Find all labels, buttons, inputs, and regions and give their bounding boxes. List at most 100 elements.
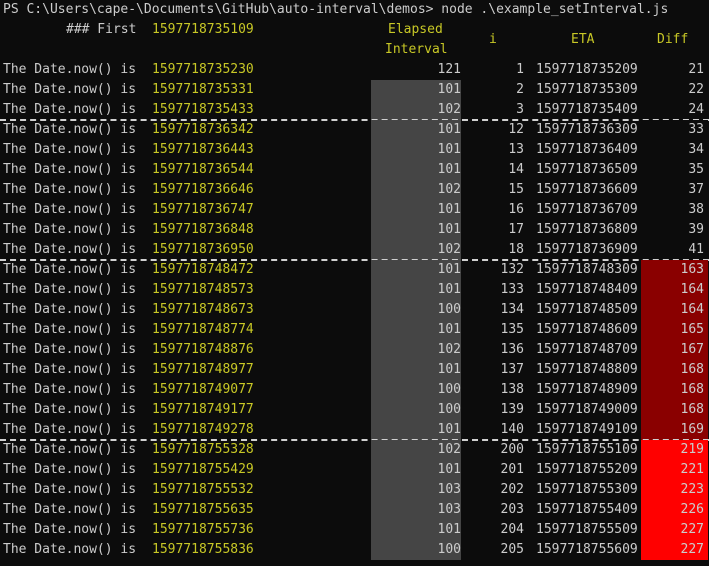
diff-value: 219 [680, 442, 704, 457]
eta-value: 1597718736409 [536, 142, 638, 157]
table-row: The Date.now() is 1597718736544 101 14 15977… [0, 160, 709, 180]
elapsed-interval-value: 103 [437, 502, 461, 517]
diff-value: 21 [688, 62, 704, 77]
diff-value: 168 [680, 382, 704, 397]
date-now-value: 1597718748977 [152, 362, 254, 377]
diff-value: 167 [680, 342, 704, 357]
date-now-value: 1597718735433 [152, 102, 254, 117]
elapsed-interval-value: 101 [437, 202, 461, 217]
eta-value: 1597718755109 [536, 442, 638, 457]
elapsed-interval-value: 101 [437, 462, 461, 477]
table-row: The Date.now() is 1597718748977 101 137 1597… [0, 360, 709, 380]
row-label: The Date.now() is [3, 462, 137, 477]
eta-value: 1597718755209 [536, 462, 638, 477]
row-label: The Date.now() is [3, 482, 137, 497]
table-row: The Date.now() is 1597718736747 101 16 15977… [0, 200, 709, 220]
iteration-value: 202 [500, 482, 524, 497]
row-label: The Date.now() is [3, 222, 137, 237]
row-label: The Date.now() is [3, 142, 137, 157]
elapsed-interval-value: 101 [437, 362, 461, 377]
diff-value: 35 [688, 162, 704, 177]
iteration-value: 136 [500, 342, 524, 357]
diff-value: 223 [680, 482, 704, 497]
diff-value: 169 [680, 422, 704, 437]
diff-value: 168 [680, 402, 704, 417]
elapsed-interval-value: 103 [437, 482, 461, 497]
iteration-value: 139 [500, 402, 524, 417]
diff-value: 38 [688, 202, 704, 217]
iteration-value: 3 [516, 102, 524, 117]
table-row: The Date.now() is 1597718748472 101 132 1597… [0, 260, 709, 280]
eta-value: 1597718736909 [536, 242, 638, 257]
iteration-value: 2 [516, 82, 524, 97]
date-now-value: 1597718755635 [152, 502, 254, 517]
eta-value: 1597718748309 [536, 262, 638, 277]
row-label: The Date.now() is [3, 202, 137, 217]
row-label: The Date.now() is [3, 102, 137, 117]
command-prompt: PS C:\Users\cape-\Documents\GitHub\auto-… [3, 2, 669, 17]
iteration-value: 17 [508, 222, 524, 237]
table-row: The Date.now() is 1597718749077 100 138 1597… [0, 380, 709, 400]
date-now-value: 1597718736342 [152, 122, 254, 137]
iteration-value: 137 [500, 362, 524, 377]
iteration-value: 18 [508, 242, 524, 257]
eta-value: 1597718736809 [536, 222, 638, 237]
table-row: The Date.now() is 1597718748774 101 135 1597… [0, 320, 709, 340]
eta-value: 1597718755609 [536, 542, 638, 557]
elapsed-interval-value: 102 [437, 442, 461, 457]
row-label: The Date.now() is [3, 122, 137, 137]
elapsed-interval-value: 121 [437, 62, 461, 77]
eta-value: 1597718749009 [536, 402, 638, 417]
elapsed-interval-value: 101 [437, 522, 461, 537]
date-now-value: 1597718736646 [152, 182, 254, 197]
elapsed-interval-value: 101 [437, 222, 461, 237]
elapsed-interval-value: 101 [437, 262, 461, 277]
elapsed-interval-value: 101 [437, 322, 461, 337]
eta-value: 1597718736509 [536, 162, 638, 177]
row-label: The Date.now() is [3, 502, 137, 517]
iteration-value: 13 [508, 142, 524, 157]
table-row: The Date.now() is 1597718736443 101 13 15977… [0, 140, 709, 160]
date-now-value: 1597718748472 [152, 262, 254, 277]
table-row: The Date.now() is 1597718736342 101 12 15977… [0, 120, 709, 140]
elapsed-interval-value: 101 [437, 122, 461, 137]
table-row: The Date.now() is 1597718735331 101 2 159771… [0, 80, 709, 100]
date-now-value: 1597718748673 [152, 302, 254, 317]
row-label: The Date.now() is [3, 162, 137, 177]
elapsed-interval-value: 100 [437, 382, 461, 397]
elapsed-interval-value: 101 [437, 142, 461, 157]
row-label: The Date.now() is [3, 322, 137, 337]
header-eta: ETA [571, 32, 595, 47]
eta-value: 1597718748709 [536, 342, 638, 357]
table-row: The Date.now() is 1597718735433 102 3 159771… [0, 100, 709, 120]
diff-value: 165 [680, 322, 704, 337]
row-label: The Date.now() is [3, 522, 137, 537]
eta-value: 1597718735309 [536, 82, 638, 97]
row-label: The Date.now() is [3, 382, 137, 397]
eta-value: 1597718735209 [536, 62, 638, 77]
date-now-value: 1597718755736 [152, 522, 254, 537]
diff-value: 221 [680, 462, 704, 477]
table-row: The Date.now() is 1597718736848 101 17 15977… [0, 220, 709, 240]
row-label: The Date.now() is [3, 342, 137, 357]
date-now-value: 1597718749278 [152, 422, 254, 437]
table-row: The Date.now() is 1597718755328 102 200 1597… [0, 440, 709, 460]
table-row: The Date.now() is 1597718755635 103 203 1597… [0, 500, 709, 520]
iteration-value: 133 [500, 282, 524, 297]
iteration-value: 16 [508, 202, 524, 217]
eta-value: 1597718755309 [536, 482, 638, 497]
row-label: The Date.now() is [3, 422, 137, 437]
eta-value: 1597718755509 [536, 522, 638, 537]
elapsed-interval-value: 101 [437, 282, 461, 297]
row-label: The Date.now() is [3, 402, 137, 417]
eta-value: 1597718748809 [536, 362, 638, 377]
date-now-value: 1597718736544 [152, 162, 254, 177]
row-label: The Date.now() is [3, 242, 137, 257]
diff-value: 227 [680, 522, 704, 537]
row-label: The Date.now() is [3, 542, 137, 557]
date-now-value: 1597718755328 [152, 442, 254, 457]
table-row: The Date.now() is 1597718748573 101 133 1597… [0, 280, 709, 300]
first-label: ### First [66, 22, 137, 37]
diff-value: 164 [680, 282, 704, 297]
table-row: The Date.now() is 1597718755736 101 204 1597… [0, 520, 709, 540]
